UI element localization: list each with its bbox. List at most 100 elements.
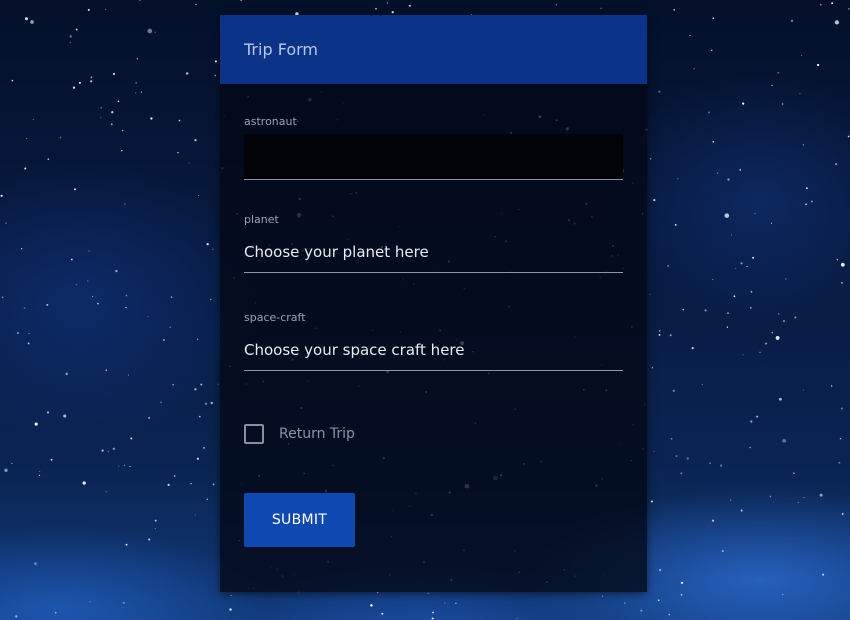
star (756, 415, 759, 418)
star (719, 464, 723, 467)
star (733, 295, 736, 298)
star (129, 465, 131, 468)
star (721, 550, 724, 553)
star (107, 451, 109, 453)
star (55, 612, 57, 614)
planet-select[interactable]: Choose your planet here (244, 232, 623, 273)
star (750, 420, 753, 423)
star (204, 402, 208, 405)
star (65, 372, 68, 376)
star (169, 326, 171, 328)
star (21, 248, 23, 250)
star (117, 100, 120, 103)
astronaut-input[interactable] (244, 134, 623, 180)
star (170, 296, 173, 298)
star (752, 256, 755, 259)
star (178, 119, 181, 122)
star (173, 475, 176, 477)
star (667, 264, 670, 267)
star (746, 266, 748, 268)
star (680, 472, 683, 475)
star (118, 465, 120, 467)
star (194, 514, 196, 516)
star (836, 258, 839, 261)
star (730, 499, 732, 501)
star (670, 437, 673, 440)
star (675, 455, 678, 458)
star (735, 267, 737, 269)
star (834, 20, 840, 25)
star (704, 309, 707, 312)
submit-button[interactable]: SUBMIT (244, 493, 355, 547)
star (1, 296, 4, 299)
star (121, 150, 123, 152)
star (749, 307, 752, 309)
star (206, 498, 209, 501)
return-trip-checkbox[interactable] (244, 424, 264, 444)
star (427, 592, 429, 595)
star (5, 222, 7, 224)
star (739, 169, 742, 171)
star (125, 543, 128, 546)
star (777, 313, 780, 315)
star (90, 76, 93, 79)
star (125, 306, 127, 309)
star (769, 495, 772, 498)
star (34, 562, 37, 566)
star (811, 200, 813, 203)
star (195, 3, 197, 6)
star (782, 320, 786, 323)
star (162, 339, 165, 341)
star (100, 106, 103, 109)
star (759, 351, 761, 354)
star (822, 573, 825, 576)
star (680, 594, 683, 596)
star (782, 438, 787, 443)
star (659, 569, 662, 572)
star (4, 468, 8, 472)
star (194, 388, 197, 391)
star (649, 293, 651, 295)
return-trip-checkbox-row[interactable]: Return Trip (244, 424, 355, 444)
star (770, 222, 773, 224)
star (712, 140, 715, 143)
star (124, 203, 126, 205)
star (135, 92, 137, 94)
star (101, 449, 104, 452)
spacecraft-select[interactable]: Choose your space craft here (244, 330, 623, 371)
star (693, 68, 695, 70)
star (657, 599, 660, 602)
astronaut-field-group: astronaut (244, 115, 623, 180)
star (130, 437, 133, 440)
star (777, 71, 780, 74)
star (125, 294, 128, 297)
star (689, 34, 691, 37)
star (724, 213, 730, 218)
star (803, 497, 805, 499)
star (75, 28, 78, 31)
star (785, 278, 787, 280)
star (391, 11, 394, 14)
star (74, 188, 76, 191)
star (177, 151, 179, 154)
star (668, 613, 671, 616)
star (112, 447, 116, 450)
star (775, 335, 780, 340)
star (46, 303, 49, 306)
star (653, 199, 656, 202)
star (148, 416, 151, 419)
star (726, 326, 729, 328)
star (47, 158, 50, 161)
star (711, 49, 713, 52)
star (203, 447, 205, 449)
star (601, 595, 604, 597)
star (136, 58, 139, 60)
star (672, 389, 675, 392)
star (28, 332, 30, 334)
star (727, 178, 730, 181)
star (212, 483, 215, 486)
star (154, 31, 156, 33)
star (59, 136, 62, 139)
star (188, 162, 190, 164)
star (375, 7, 377, 10)
